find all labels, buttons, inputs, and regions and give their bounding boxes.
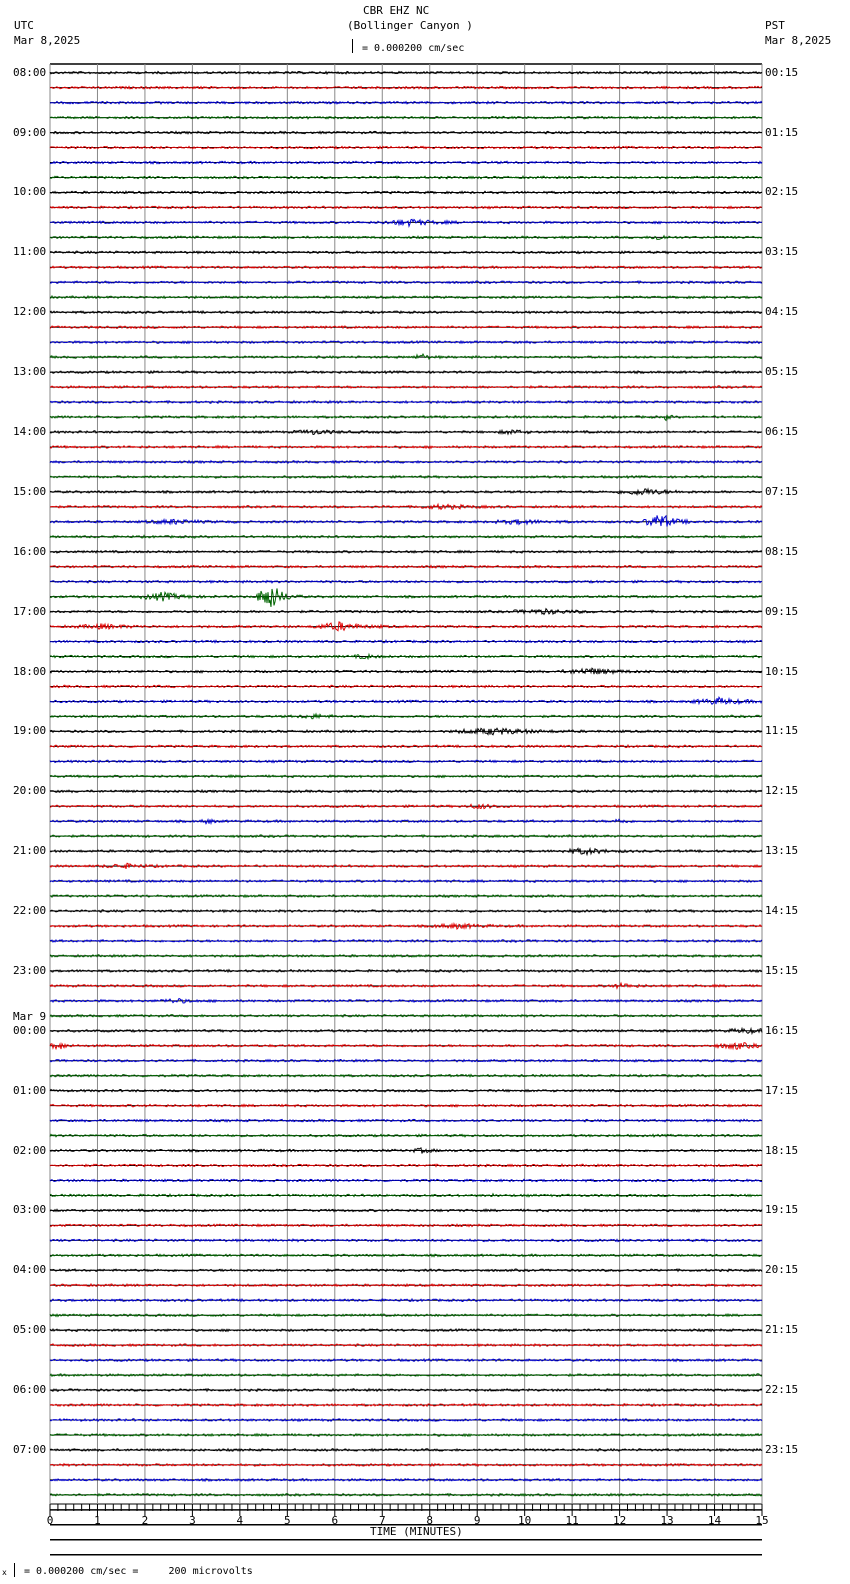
seismic-trace <box>49 534 763 539</box>
utc-hour-label: 14:00 <box>13 424 47 438</box>
pst-time-label: 07:15 <box>765 484 799 498</box>
seismic-trace <box>49 621 763 632</box>
helicorder-plot: 0 1 2 3 4 5 6 7 8 9 10 11 12 13 14 15 <box>47 63 769 1556</box>
pst-time-label: 21:15 <box>765 1323 799 1337</box>
seismic-trace <box>49 502 763 511</box>
pst-time-label: 12:15 <box>765 784 799 798</box>
seismic-trace <box>49 862 763 870</box>
pst-time-label: 23:15 <box>765 1442 799 1456</box>
pst-time-label: 20:15 <box>765 1263 799 1277</box>
pst-time-label: 16:15 <box>765 1023 799 1037</box>
seismic-trace <box>49 1208 763 1213</box>
pst-time-label: 09:15 <box>765 604 799 618</box>
x-axis-label: TIME (MINUTES) <box>370 1525 463 1538</box>
seismic-trace <box>49 1013 763 1019</box>
utc-hour-label: 01:00 <box>13 1083 47 1097</box>
seismic-trace <box>49 190 763 195</box>
utc-hour-label: 04:00 <box>13 1263 47 1277</box>
pst-time-label: 10:15 <box>765 664 799 678</box>
utc-hour-label: 17:00 <box>13 604 47 618</box>
utc-hour-label: 23:00 <box>13 963 47 977</box>
seismic-trace <box>49 1088 763 1093</box>
footer-scale-bar-icon <box>14 1563 15 1577</box>
pst-time-label: 05:15 <box>765 365 799 379</box>
utc-hour-label: 12:00 <box>13 305 47 319</box>
seismic-trace <box>49 759 763 764</box>
seismic-trace <box>49 414 763 422</box>
utc-hour-label: 00:00 <box>13 1023 47 1037</box>
seismic-trace <box>49 1372 763 1378</box>
seismic-trace <box>49 773 763 779</box>
utc-hour-label: 02:00 <box>13 1143 47 1157</box>
pst-time-label: 22:15 <box>765 1383 799 1397</box>
utc-hour-label: 21:00 <box>13 844 47 858</box>
utc-hour-label: 09:00 <box>13 125 47 139</box>
seismic-trace <box>49 474 763 480</box>
seismic-trace <box>49 1327 763 1333</box>
utc-hour-label: 03:00 <box>13 1203 47 1217</box>
utc-hour-label: 07:00 <box>13 1442 47 1456</box>
pst-time-label: 19:15 <box>765 1203 799 1217</box>
seismic-trace <box>49 1357 763 1363</box>
seismic-trace <box>49 1103 763 1108</box>
seismic-trace <box>49 175 763 180</box>
seismic-trace <box>49 130 763 135</box>
utc-hour-label: 19:00 <box>13 724 47 738</box>
pst-time-label: 02:15 <box>765 185 799 199</box>
seismic-trace <box>49 788 763 794</box>
date-change-label: Mar 9 <box>13 1009 47 1023</box>
seismic-trace <box>49 487 763 497</box>
pst-time-label: 04:15 <box>765 305 799 319</box>
pst-time-label: 01:15 <box>765 125 799 139</box>
pst-time-label: 11:15 <box>765 724 799 738</box>
seismic-trace <box>49 1073 763 1079</box>
pst-time-label: 06:15 <box>765 424 799 438</box>
pst-time-label: 00:15 <box>765 65 799 79</box>
seismic-trace <box>49 384 763 390</box>
utc-hour-label: 11:00 <box>13 245 47 259</box>
seismic-trace <box>49 459 763 465</box>
seismic-trace <box>49 684 763 689</box>
utc-hour-label: 20:00 <box>13 784 47 798</box>
footer-prefix: x <box>2 1568 7 1577</box>
utc-hour-label: 22:00 <box>13 904 47 918</box>
seismic-trace <box>49 1178 762 1183</box>
pst-time-label: 08:15 <box>765 544 799 558</box>
seismic-trace <box>49 564 763 569</box>
seismic-trace <box>49 652 763 661</box>
seismic-trace <box>49 1026 763 1036</box>
seismic-trace <box>49 833 763 839</box>
seismic-trace <box>49 588 763 607</box>
utc-hour-label: 15:00 <box>13 484 47 498</box>
utc-hour-label: 08:00 <box>13 65 47 79</box>
pst-time-label: 03:15 <box>765 245 799 259</box>
utc-hour-label: 16:00 <box>13 544 47 558</box>
seismic-trace <box>49 1297 763 1303</box>
pst-time-label: 17:15 <box>765 1083 799 1097</box>
seismic-trace <box>49 1282 763 1288</box>
seismic-trace <box>49 696 763 706</box>
seismic-trace <box>49 743 763 749</box>
utc-hour-label: 06:00 <box>13 1383 47 1397</box>
pst-time-label: 18:15 <box>765 1143 799 1157</box>
seismic-trace <box>49 727 763 736</box>
seismic-trace <box>49 922 763 930</box>
pst-time-label: 15:15 <box>765 963 799 977</box>
utc-hour-label: 18:00 <box>13 664 47 678</box>
seismic-trace <box>49 579 763 584</box>
utc-hour-label: 10:00 <box>13 185 47 199</box>
utc-hour-label: 13:00 <box>13 365 47 379</box>
footer-scale-note: = 0.000200 cm/sec = 200 microvolts <box>24 1566 253 1577</box>
seismic-trace <box>49 1042 763 1051</box>
pst-time-label: 13:15 <box>765 844 799 858</box>
pst-time-label: 14:15 <box>765 904 799 918</box>
seismic-trace <box>49 1432 763 1438</box>
seismic-trace <box>49 70 763 76</box>
seismic-trace <box>49 1118 763 1123</box>
seismic-trace <box>49 607 763 616</box>
utc-hour-label: 05:00 <box>13 1323 47 1337</box>
seismic-trace <box>49 514 763 527</box>
seismic-trace <box>49 1163 763 1168</box>
seismic-trace <box>49 353 763 361</box>
